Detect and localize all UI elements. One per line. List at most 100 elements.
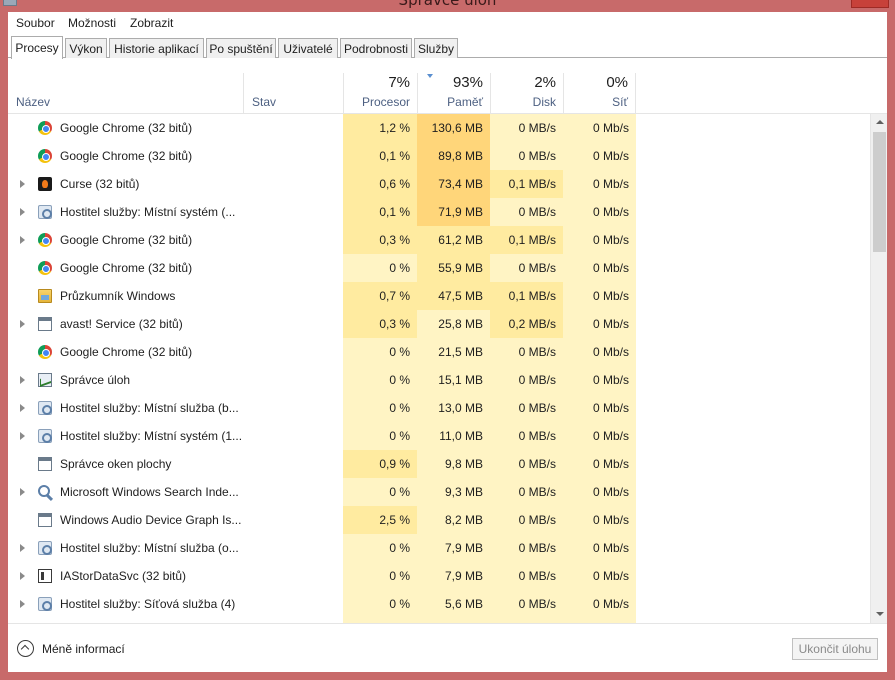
network-cell: 0 Mb/s <box>563 114 636 142</box>
status-cell <box>243 506 343 534</box>
menu-view[interactable]: Zobrazit <box>130 16 173 30</box>
process-row[interactable]: IAStorDataSvc (32 bitů) 0 % 7,9 MB 0 MB/s 0 … <box>8 562 870 590</box>
expand-arrow-icon[interactable] <box>20 432 25 440</box>
process-row[interactable]: Hostitel služby: Síťová služba (4) 0 % 5,6… <box>8 590 870 618</box>
expand-arrow-icon[interactable] <box>20 572 25 580</box>
scroll-down-arrow-icon[interactable] <box>871 606 888 623</box>
service-host-icon <box>38 401 52 415</box>
expand-arrow-icon[interactable] <box>20 600 25 608</box>
column-cpu[interactable]: 7% Procesor <box>343 73 417 114</box>
memory-cell: 25,8 MB <box>417 310 490 338</box>
tab-strip: Procesy Výkon Historie aplikací Po spušt… <box>8 36 887 59</box>
process-row[interactable]: Google Chrome (32 bitů) 1,2 % 130,6 MB 0 MB… <box>8 114 870 142</box>
disk-cell: 0 MB/s <box>490 450 563 478</box>
expand-arrow-icon[interactable] <box>20 404 25 412</box>
process-name-cell: Hostitel služby: Síťová služba (4) <box>8 590 243 618</box>
scroll-thumb[interactable] <box>873 132 886 252</box>
process-name: Správce úloh <box>60 373 131 387</box>
process-row[interactable]: Windows Audio Device Graph Is... 2,5 % 8,2… <box>8 506 870 534</box>
cpu-cell: 0 % <box>343 422 417 450</box>
process-row[interactable]: avast! Service (32 bitů) 0,3 % 25,8 MB 0,2 … <box>8 310 870 338</box>
tab-performance[interactable]: Výkon <box>65 38 107 58</box>
expand-arrow-icon[interactable] <box>20 320 25 328</box>
status-cell <box>243 394 343 422</box>
process-row[interactable]: Hostitel služby: Místní služba (o... 0 % 7… <box>8 534 870 562</box>
process-row[interactable]: Google Chrome (32 bitů) 0,1 % 89,8 MB 0 MB/… <box>8 142 870 170</box>
process-row[interactable]: Průzkumník Windows 0,7 % 47,5 MB 0,1 MB/s 0 … <box>8 282 870 310</box>
column-memory[interactable]: 93% Paměť <box>417 73 490 114</box>
close-button[interactable] <box>851 0 889 8</box>
network-cell: 0 Mb/s <box>563 506 636 534</box>
window-title: Správce úloh <box>398 0 497 9</box>
tab-processes[interactable]: Procesy <box>11 36 63 59</box>
process-row[interactable]: Microsoft Windows Search Inde... 0 % 9,3 M… <box>8 478 870 506</box>
process-row[interactable]: Google Chrome (32 bitů) 0 % 55,9 MB 0 MB/s 0… <box>8 254 870 282</box>
cpu-cell: 0 % <box>343 562 417 590</box>
app-window-icon <box>38 513 52 527</box>
process-name: Google Chrome (32 bitů) <box>60 345 193 359</box>
process-row[interactable]: Hostitel služby: Místní systém (... 0,1 %… <box>8 198 870 226</box>
column-header: Název Stav 7% Procesor 93% Paměť 2% Disk… <box>8 73 887 114</box>
process-name-cell: Curse (32 bitů) <box>8 170 243 198</box>
process-name-cell: Průzkumník Windows <box>8 282 243 310</box>
tab-app-history[interactable]: Historie aplikací <box>109 38 204 58</box>
cpu-cell: 0,7 % <box>343 282 417 310</box>
cpu-cell: 0 % <box>343 590 417 618</box>
column-name[interactable]: Název <box>8 73 243 114</box>
memory-cell: 15,1 MB <box>417 366 490 394</box>
disk-cell: 0,1 MB/s <box>490 170 563 198</box>
tab-users[interactable]: Uživatelé <box>278 38 338 58</box>
process-row[interactable]: Správce oken plochy 0,9 % 9,8 MB 0 MB/s 0 Mb… <box>8 450 870 478</box>
sort-descending-icon <box>427 74 433 78</box>
chrome-icon <box>38 261 52 275</box>
chrome-icon <box>38 149 52 163</box>
process-name: Hostitel služby: Místní systém (... <box>60 205 236 219</box>
disk-cell: 0 MB/s <box>490 562 563 590</box>
network-cell: 0 Mb/s <box>563 142 636 170</box>
process-table: Google Chrome (32 bitů) 1,2 % 130,6 MB 0 MB… <box>8 114 887 623</box>
column-network[interactable]: 0% Síť <box>563 73 636 114</box>
menu-file[interactable]: Soubor <box>16 16 55 30</box>
status-cell <box>243 478 343 506</box>
menu-options[interactable]: Možnosti <box>68 16 116 30</box>
expand-arrow-icon[interactable] <box>20 376 25 384</box>
expand-arrow-icon[interactable] <box>20 208 25 216</box>
cpu-cell: 0 % <box>343 534 417 562</box>
disk-cell: 0 MB/s <box>490 338 563 366</box>
expand-arrow-icon[interactable] <box>20 180 25 188</box>
network-cell: 0 Mb/s <box>563 310 636 338</box>
tab-startup[interactable]: Po spuštění <box>206 38 276 58</box>
vertical-scrollbar[interactable] <box>870 114 887 623</box>
curse-icon <box>38 177 52 191</box>
process-row[interactable]: Správce úloh 0 % 15,1 MB 0 MB/s 0 Mb/s <box>8 366 870 394</box>
tab-services[interactable]: Služby <box>414 38 458 58</box>
process-row[interactable]: Curse (32 bitů) 0,6 % 73,4 MB 0,1 MB/s 0 Mb/… <box>8 170 870 198</box>
process-row[interactable]: Google Chrome (32 bitů) 0,3 % 61,2 MB 0,1 M… <box>8 226 870 254</box>
app-window-icon <box>38 317 52 331</box>
task-manager-icon <box>38 373 52 387</box>
expand-arrow-icon[interactable] <box>20 544 25 552</box>
column-memory-label: Paměť <box>447 95 483 109</box>
cpu-cell: 2,5 % <box>343 506 417 534</box>
process-row[interactable]: Google Chrome (32 bitů) 0 % 21,5 MB 0 MB/s 0… <box>8 338 870 366</box>
scroll-up-arrow-icon[interactable] <box>871 114 888 131</box>
cpu-cell: 0,9 % <box>343 450 417 478</box>
network-cell: 0 Mb/s <box>563 478 636 506</box>
tab-details[interactable]: Podrobnosti <box>340 38 412 58</box>
column-disk[interactable]: 2% Disk <box>490 73 563 114</box>
process-row[interactable]: Hostitel služby: Místní služba (b... 0 % 1… <box>8 394 870 422</box>
end-task-button[interactable]: Ukončit úlohu <box>792 638 878 660</box>
cpu-total: 7% <box>388 74 410 91</box>
process-name-cell: Google Chrome (32 bitů) <box>8 114 243 142</box>
memory-cell: 11,0 MB <box>417 422 490 450</box>
process-name-cell: Google Chrome (32 bitů) <box>8 226 243 254</box>
column-name-label: Název <box>16 95 51 109</box>
process-name-cell: Google Chrome (32 bitů) <box>8 338 243 366</box>
process-row[interactable]: Hostitel služby: Místní systém (1... 0 % 1… <box>8 422 870 450</box>
expand-arrow-icon[interactable] <box>20 236 25 244</box>
status-cell <box>243 366 343 394</box>
disk-total: 2% <box>534 74 556 91</box>
process-name: IAStorDataSvc (32 bitů) <box>60 569 187 583</box>
expand-arrow-icon[interactable] <box>20 488 25 496</box>
column-status[interactable]: Stav <box>243 73 343 114</box>
